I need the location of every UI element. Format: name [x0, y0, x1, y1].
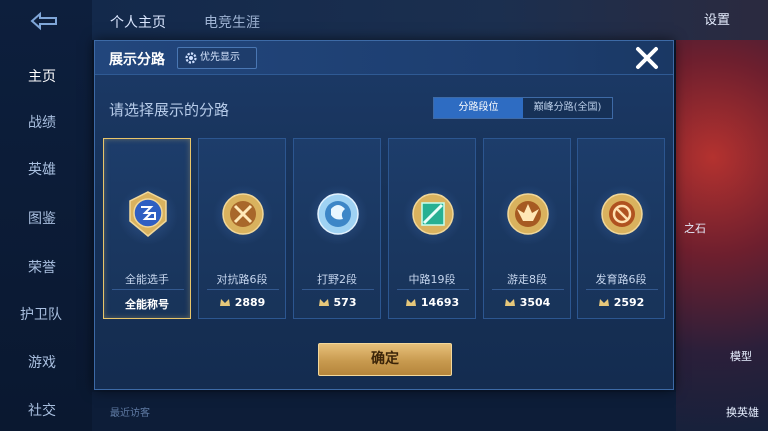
lane-score: 14693 [389, 296, 475, 309]
recent-visitors[interactable]: 最近访客 [110, 404, 150, 419]
rank-crown-icon [219, 297, 231, 307]
lane-card-clash[interactable]: 对抗路6段 2889 [198, 138, 286, 319]
confirm-button[interactable]: 确定 [318, 343, 452, 376]
lane-score-value: 14693 [420, 296, 460, 309]
priority-display-button[interactable]: 优先显示 [177, 47, 257, 69]
lane-score-value: 573 [333, 296, 357, 309]
dialog-subtitle: 请选择展示的分路 [109, 101, 230, 119]
bottom-bar [92, 392, 676, 431]
tab-lane-rank[interactable]: 分路段位 [434, 98, 523, 118]
lane-score-value: 3504 [519, 296, 551, 309]
divider [207, 289, 279, 290]
side-item-heroes[interactable]: 英雄 [0, 159, 86, 179]
dialog-title: 展示分路 [109, 52, 165, 68]
lane-name: 游走8段 [507, 273, 547, 286]
lane-score-value: 2889 [234, 296, 266, 309]
lane-score: 全能称号 [125, 298, 169, 311]
rank-crown-icon [405, 297, 417, 307]
side-item-honor[interactable]: 荣誉 [0, 257, 86, 277]
rank-crown-icon [598, 297, 610, 307]
divider [586, 289, 658, 290]
clash-lane-badge-icon [218, 189, 268, 239]
close-icon[interactable] [633, 44, 661, 72]
side-item-guard[interactable]: 护卫队 [0, 304, 86, 324]
lane-score: 573 [294, 296, 380, 309]
gear-icon [184, 51, 198, 65]
lane-cards: 全能选手 全能称号 对抗路6段 2889 打野2段 573 中路19段 1469… [103, 138, 665, 320]
lane-card-roam[interactable]: 游走8段 3504 [483, 138, 571, 319]
side-nav: 主页 战绩 英雄 图鉴 荣誉 护卫队 游戏 社交 [0, 0, 92, 431]
side-item-catalog[interactable]: 图鉴 [0, 208, 86, 228]
rank-crown-icon [504, 297, 516, 307]
lane-mode-toggle: 分路段位 巅峰分路(全国) [433, 97, 613, 119]
right-label-model[interactable]: 模型 [730, 348, 752, 364]
right-label-swap-hero[interactable]: 换英雄 [726, 404, 759, 420]
jungle-badge-icon [313, 189, 363, 239]
divider [112, 289, 184, 290]
rank-crown-icon [318, 297, 330, 307]
farm-lane-badge-icon [597, 189, 647, 239]
lane-display-dialog: 展示分路 优先显示 请选择展示的分路 分路段位 巅峰分路(全国) 全能选手 全能… [94, 40, 674, 390]
divider [302, 289, 374, 290]
dialog-header: 展示分路 优先显示 [95, 41, 673, 75]
priority-display-label: 优先显示 [200, 52, 240, 63]
side-item-social[interactable]: 社交 [0, 400, 86, 420]
lane-score: 3504 [484, 296, 570, 309]
divider [397, 289, 469, 290]
right-label-stone: 之石 [684, 222, 706, 235]
mid-lane-badge-icon [408, 189, 458, 239]
tab-peak-lane[interactable]: 巅峰分路(全国) [523, 98, 612, 118]
tab-esports[interactable]: 电竞生涯 [204, 12, 260, 32]
divider [492, 289, 564, 290]
tab-profile[interactable]: 个人主页 [110, 12, 166, 32]
roam-badge-icon [503, 189, 553, 239]
settings-button[interactable]: 设置 [704, 9, 730, 28]
lane-card-farm[interactable]: 发育路6段 2592 [577, 138, 665, 319]
lane-name: 发育路6段 [595, 273, 647, 286]
side-item-record[interactable]: 战绩 [0, 112, 86, 132]
all-round-badge-icon [123, 189, 173, 239]
lane-card-all-round[interactable]: 全能选手 全能称号 [103, 138, 191, 319]
top-bar: 个人主页 电竞生涯 设置 [92, 0, 768, 40]
back-arrow-icon[interactable] [24, 10, 64, 32]
lane-name: 中路19段 [408, 273, 456, 286]
side-item-home[interactable]: 主页 [0, 66, 86, 86]
hero-art: 之石 模型 换英雄 [676, 40, 768, 431]
lane-name: 对抗路6段 [216, 273, 268, 286]
lane-score: 2889 [199, 296, 285, 309]
lane-name: 全能选手 [125, 273, 169, 286]
lane-name: 打野2段 [317, 273, 357, 286]
lane-card-mid[interactable]: 中路19段 14693 [388, 138, 476, 319]
lane-score-value: 2592 [613, 296, 645, 309]
lane-score: 2592 [578, 296, 664, 309]
lane-card-jungle[interactable]: 打野2段 573 [293, 138, 381, 319]
side-item-game[interactable]: 游戏 [0, 352, 86, 372]
